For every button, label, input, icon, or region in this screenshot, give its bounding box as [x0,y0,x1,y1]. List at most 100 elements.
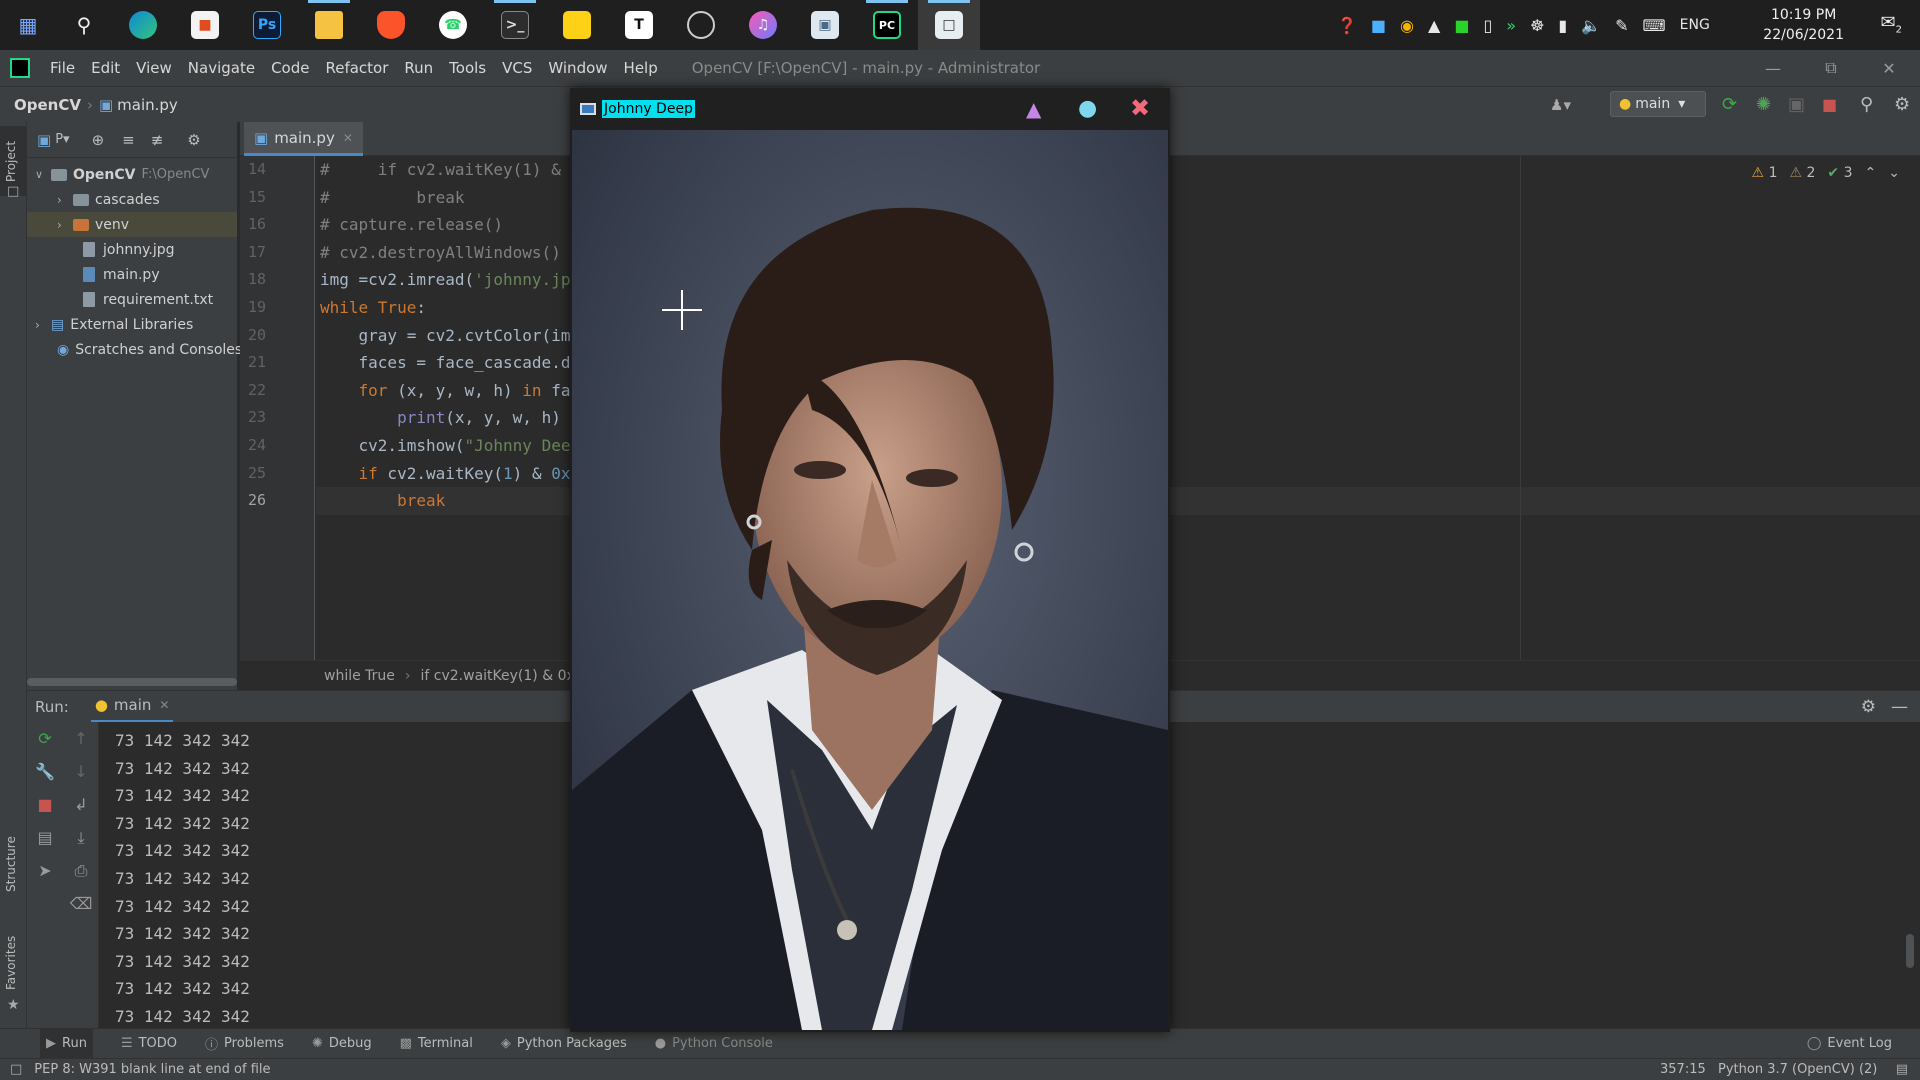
menu-file[interactable]: File [42,59,83,77]
pen-icon[interactable]: ✎ [1615,16,1628,35]
locate-icon[interactable]: ⊕ [92,131,105,149]
interpreter-selector[interactable]: Python 3.7 (OpenCV) (2) [1718,1062,1877,1077]
chevron-down-icon[interactable]: ⌄ [1888,165,1900,181]
stop-icon[interactable]: ■ [1822,95,1837,114]
aperture-icon[interactable] [670,0,732,50]
opencv-window-icon[interactable]: □ [918,0,980,50]
menu-refactor[interactable]: Refactor [317,59,396,77]
close-window-button[interactable]: ✕ [1860,50,1918,86]
expand-all-icon[interactable]: ≡ [122,131,135,149]
whatsapp-icon[interactable]: ☎ [422,0,484,50]
soft-wrap-icon[interactable]: ↲ [63,788,99,821]
breadcrumb-project[interactable]: OpenCV [14,96,81,114]
breadcrumb-while[interactable]: while True [324,668,395,684]
edge-icon[interactable] [112,0,174,50]
breadcrumb-file[interactable]: main.py [117,96,178,114]
photoshop-icon[interactable]: Ps [236,0,298,50]
gear-icon[interactable]: ⚙ [187,131,200,149]
minimize-triangle-icon[interactable]: ▲ [1026,97,1041,121]
restore-button[interactable]: ⧉ [1802,50,1860,86]
tree-item-main-py[interactable]: main.py [27,262,237,287]
close-icon[interactable]: ✖ [1130,94,1150,122]
caret-position[interactable]: 357:15 [1660,1062,1706,1077]
run-tab-main[interactable]: ● main ✕ [90,691,174,723]
tree-item-requirement-txt[interactable]: requirement.txt [27,287,237,312]
pycharm-icon[interactable]: PC [856,0,918,50]
opencv-titlebar[interactable]: Johnny Deep ▲ ● ✖ [570,88,1170,130]
store-icon[interactable]: ■ [174,0,236,50]
sticky-notes-icon[interactable] [546,0,608,50]
file-explorer-icon[interactable] [298,0,360,50]
maximize-circle-icon[interactable]: ● [1078,96,1097,121]
minimize-button[interactable]: — [1744,50,1802,86]
forward-icon[interactable]: » [1506,16,1516,35]
menu-vcs[interactable]: VCS [494,59,540,77]
user-icon[interactable]: ♟▾ [1550,96,1571,114]
tree-item-cascades[interactable]: › cascades [27,187,237,212]
status-message[interactable]: PEP 8: W391 blank line at end of file [34,1062,270,1077]
project-view-selector[interactable]: P▾ [55,132,69,147]
notification-icon[interactable]: ✉2 [1881,12,1902,36]
tool-todo[interactable]: ☰ TODO [121,1036,177,1051]
close-tab-icon[interactable]: ✕ [159,698,169,712]
tool-debug[interactable]: ✺ Debug [312,1036,372,1051]
arrow-down-icon[interactable]: ↓ [63,755,99,788]
chrome-tray-icon[interactable]: ◉ [1400,16,1414,35]
print-icon[interactable]: ⎙ [63,854,99,887]
menu-tools[interactable]: Tools [441,59,494,77]
volume-icon[interactable]: 🔈 [1581,16,1601,35]
collapse-all-icon[interactable]: ≢ [151,131,164,149]
project-view-icon[interactable]: ▣ [37,131,51,149]
vm-icon[interactable]: ▣ [794,0,856,50]
tool-problems[interactable]: ⓘ Problems [205,1034,284,1053]
search-everywhere-icon[interactable]: ⚲ [1860,94,1873,115]
vertical-scrollbar[interactable] [1906,934,1914,968]
itunes-icon[interactable]: ♫ [732,0,794,50]
usb-icon[interactable]: ▯ [1483,16,1492,35]
coverage-icon[interactable]: ▣ [1788,94,1805,115]
search-icon[interactable]: ⚲ [56,0,112,50]
inspection-widget[interactable]: ⚠ 1 ⚠ 2 ✔ 3 ⌃ ⌄ [1752,165,1900,181]
wifi-icon[interactable]: ☸ [1530,16,1544,35]
tab-main-py[interactable]: ▣ main.py ✕ [244,122,363,156]
app-tray-icon[interactable]: ■ [1371,16,1386,35]
tool-terminal[interactable]: ▩ Terminal [400,1036,473,1051]
tree-item-external-libraries[interactable]: › ▤ External Libraries [27,312,237,337]
brave-icon[interactable] [360,0,422,50]
lock-icon[interactable]: ▤ [1896,1062,1908,1077]
horizontal-scrollbar[interactable] [27,678,237,686]
tool-python-packages[interactable]: ◈ Python Packages [501,1036,627,1051]
typora-icon[interactable]: T [608,0,670,50]
pin-icon[interactable]: ➤ [27,854,63,887]
rerun-icon[interactable]: ⟳ [1722,94,1737,115]
gear-icon[interactable]: ⚙ [1861,697,1876,717]
tool-python-console[interactable]: ● Python Console [655,1036,773,1051]
clock[interactable]: 10:19 PM 22/06/2021 [1763,5,1844,45]
tree-root[interactable]: ∨ OpenCV F:\OpenCV [27,162,237,187]
menu-run[interactable]: Run [396,59,441,77]
arrow-up-icon[interactable]: ↑ [63,722,99,755]
start-icon[interactable]: ▦ [0,0,56,50]
tree-item-johnny-jpg[interactable]: johnny.jpg [27,237,237,262]
chevron-up-icon[interactable]: ⌃ [1865,165,1877,181]
opencv-image-window[interactable]: Johnny Deep ▲ ● ✖ [570,88,1170,1032]
green-app-icon[interactable]: ■ [1454,16,1469,35]
tree-item-scratches[interactable]: ◉ Scratches and Consoles [27,337,242,362]
trash-icon[interactable]: ⌫ [63,887,99,920]
menu-window[interactable]: Window [540,59,615,77]
rerun-icon[interactable]: ⟳ [27,722,63,755]
favorites-tool-label[interactable]: Favorites [4,936,18,990]
stop-icon[interactable]: ■ [27,788,63,821]
tree-item-venv[interactable]: › venv [27,212,237,237]
menu-navigate[interactable]: Navigate [180,59,263,77]
structure-tool-label[interactable]: Structure [4,836,18,892]
tool-event-log[interactable]: ◯ Event Log [1807,1036,1892,1051]
menu-view[interactable]: View [128,59,180,77]
breadcrumb-if[interactable]: if cv2.waitKey(1) & 0xFF [421,668,591,684]
settings-icon[interactable]: ⚙ [1894,94,1910,115]
battery-icon[interactable]: ▮ [1558,16,1567,35]
terminal-icon[interactable]: >_ [484,0,546,50]
shield-icon[interactable]: ▲ [1428,16,1440,35]
close-tab-icon[interactable]: ✕ [343,131,353,145]
layout-toggle-icon[interactable]: □ [10,1062,22,1077]
